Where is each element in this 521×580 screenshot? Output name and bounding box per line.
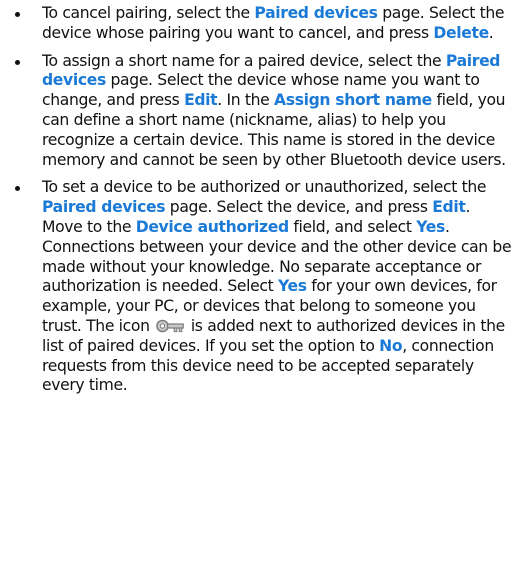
list-item: To assign a short name for a paired devi… xyxy=(6,52,513,171)
ui-term-yes: Yes xyxy=(416,217,445,236)
document-page: To cancel pairing, select the Paired dev… xyxy=(0,0,521,580)
ui-term-edit: Edit xyxy=(432,198,466,217)
ui-term-yes: Yes xyxy=(277,277,307,296)
ui-term-paired-devices: Paired devices xyxy=(42,198,166,217)
list-item: To set a device to be authorized or unau… xyxy=(6,178,513,396)
ui-term-device-authorized: Device authorized xyxy=(135,217,289,236)
key-icon xyxy=(156,319,185,333)
ui-term-no: No xyxy=(379,336,403,355)
list-item: To cancel pairing, select the Paired dev… xyxy=(6,4,513,44)
ui-term-assign-short-name: Assign short name xyxy=(274,91,432,110)
ui-term-paired-devices: Paired devices xyxy=(254,4,378,22)
ui-term-edit: Edit xyxy=(184,91,218,110)
ui-term-delete: Delete xyxy=(433,23,489,42)
bullet-list: To cancel pairing, select the Paired dev… xyxy=(6,4,513,396)
